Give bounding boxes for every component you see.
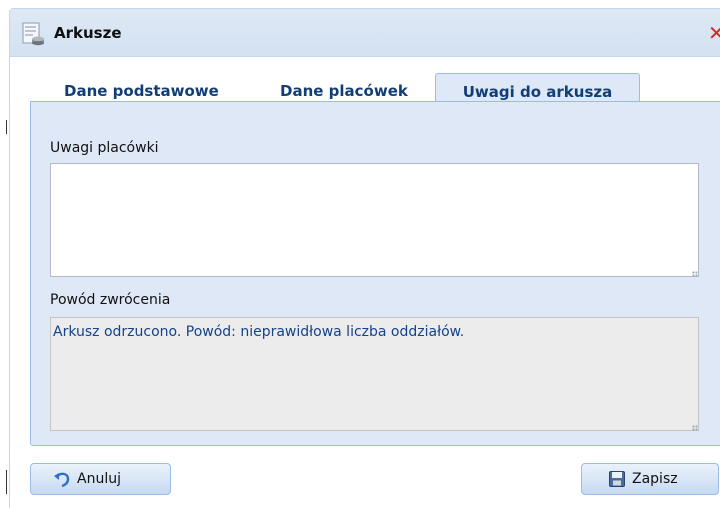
resize-grip-icon	[692, 425, 698, 431]
background-edge	[0, 0, 8, 508]
powod-zwrocenia-textarea: Arkusz odrzucono. Powód: nieprawidłowa l…	[50, 317, 699, 431]
resize-grip-icon[interactable]	[692, 271, 698, 277]
uwagi-placowki-label: Uwagi placówki	[50, 140, 159, 156]
close-icon[interactable]: ✕	[708, 23, 720, 43]
powod-zwrocenia-label: Powód zwrócenia	[50, 292, 171, 308]
save-button[interactable]: Zapisz	[581, 463, 719, 495]
background-mark	[6, 470, 7, 494]
floppy-disk-icon	[609, 471, 625, 487]
undo-arrow-icon	[54, 472, 70, 488]
save-button-label: Zapisz	[632, 471, 678, 487]
background-mark	[6, 120, 7, 134]
dialog-titlebar[interactable]: Arkusze ✕	[10, 9, 720, 57]
cancel-button[interactable]: Anuluj	[30, 463, 171, 495]
document-stack-icon	[22, 22, 44, 46]
tab-panel-uwagi: Uwagi placówki Powód zwrócenia Arkusz od…	[30, 101, 720, 446]
dialog-title: Arkusze	[54, 24, 122, 42]
cancel-button-label: Anuluj	[77, 471, 121, 487]
uwagi-placowki-textarea[interactable]	[50, 163, 699, 277]
arkusze-dialog: Arkusze ✕ Dane podstawowe Dane placówek …	[9, 8, 720, 508]
screen: Arkusze ✕ Dane podstawowe Dane placówek …	[0, 0, 720, 508]
